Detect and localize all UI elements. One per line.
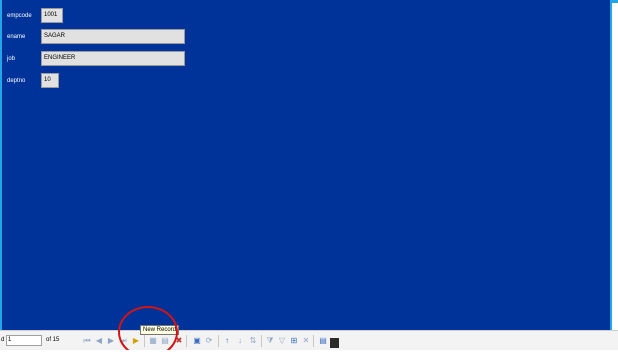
standard-filter-icon[interactable]: ⊞ <box>289 335 299 346</box>
job-label: job <box>7 56 16 62</box>
deptno-label: deptno <box>7 78 26 84</box>
ename-field[interactable]: SAGAR <box>41 29 185 44</box>
form-navigator-toolbar: d 1 of 15 ⏮ ◀ ▶ ⏭ ▶ ▦ ▤ ✖ ▣ ⟳ ↑ ↓ ⇅ ⧩ ▽ … <box>0 330 618 350</box>
empcode-label: empcode <box>7 13 32 19</box>
window: empcode 1001 ename SAGAR job ENGINEER de… <box>0 0 618 359</box>
toolbar-separator <box>261 335 262 347</box>
sort-icon[interactable]: ⇅ <box>248 335 258 346</box>
reset-filter-icon[interactable]: ✕ <box>301 335 311 346</box>
autofilter-icon[interactable]: ⧩ <box>265 335 275 346</box>
next-record-icon[interactable]: ▶ <box>106 335 116 346</box>
previous-record-icon[interactable]: ◀ <box>94 335 104 346</box>
sort-ascending-icon[interactable]: ↑ <box>222 335 232 346</box>
record-label: d <box>1 337 5 343</box>
ename-label: ename <box>7 34 26 40</box>
toolbar-separator <box>218 335 219 347</box>
refresh-icon[interactable]: ⟳ <box>204 335 214 346</box>
deptno-field[interactable]: 10 <box>41 73 59 88</box>
data-source-icon[interactable]: ▤ <box>318 335 328 346</box>
toolbar-separator <box>186 335 187 347</box>
first-record-icon[interactable]: ⏮ <box>82 335 92 346</box>
record-number-input[interactable]: 1 <box>6 335 42 346</box>
empcode-field[interactable]: 1001 <box>41 8 63 23</box>
toolbar-separator <box>313 335 314 347</box>
form-area: empcode 1001 ename SAGAR job ENGINEER de… <box>0 0 612 330</box>
find-icon[interactable]: ▣ <box>192 335 202 346</box>
job-field[interactable]: ENGINEER <box>41 51 185 66</box>
record-count-label: of 15 <box>46 337 60 343</box>
apply-filter-icon[interactable]: ▽ <box>277 335 287 346</box>
toolbar-overflow-handle[interactable] <box>330 338 339 348</box>
window-bottom <box>0 350 618 359</box>
sort-descending-icon[interactable]: ↓ <box>235 335 245 346</box>
